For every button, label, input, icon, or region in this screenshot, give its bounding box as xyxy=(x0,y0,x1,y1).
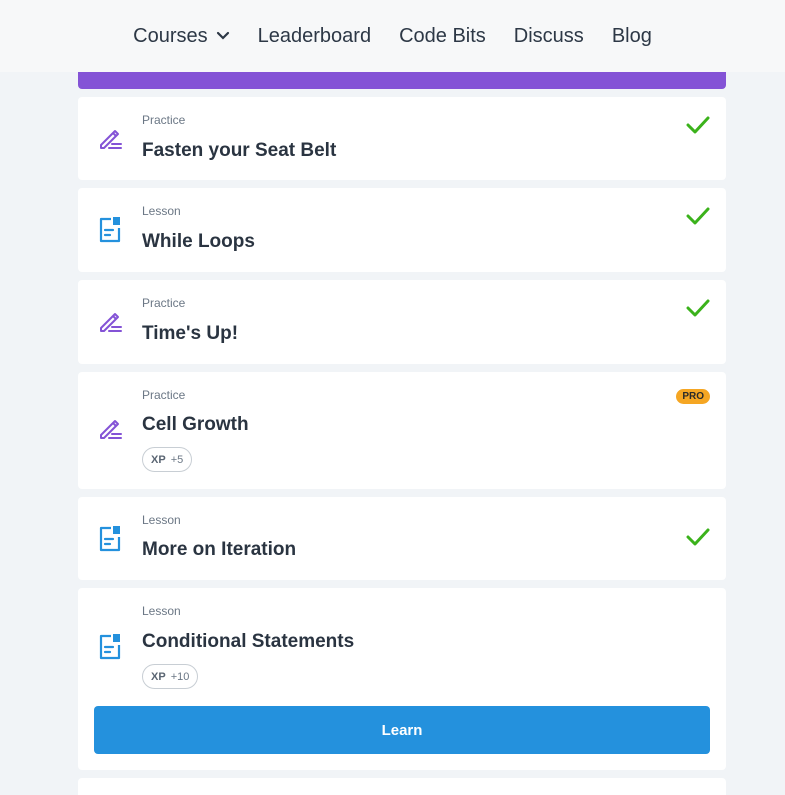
nav-blog[interactable]: Blog xyxy=(598,25,666,48)
learn-button[interactable]: Learn xyxy=(94,706,710,754)
item-kind: Practice xyxy=(142,388,186,402)
list-item[interactable]: Practice Cell Growth PRO XP +5 xyxy=(78,372,726,489)
lesson-document-icon xyxy=(96,633,124,661)
xp-label: XP xyxy=(151,670,166,683)
nav-code-bits[interactable]: Code Bits xyxy=(385,25,500,48)
item-kind: Lesson xyxy=(142,513,181,527)
nav-code-bits-label: Code Bits xyxy=(399,24,486,47)
item-kind: Practice xyxy=(142,113,186,127)
lesson-document-icon xyxy=(96,525,124,553)
item-kind: Practice xyxy=(142,296,186,310)
top-navigation: Courses Leaderboard Code Bits Discuss Bl… xyxy=(0,0,785,72)
list-item[interactable]: Practice Fasten your Seat Belt xyxy=(78,97,726,180)
checkmark-icon xyxy=(686,115,710,135)
xp-badge: XP +5 xyxy=(142,447,193,472)
nav-discuss[interactable]: Discuss xyxy=(500,25,598,48)
xp-badge: XP +10 xyxy=(142,664,199,689)
item-title: More on Iteration xyxy=(142,539,297,560)
item-title: While Loops xyxy=(142,231,255,252)
item-title: Conditional Statements xyxy=(142,631,355,652)
lesson-document-icon xyxy=(96,216,124,244)
practice-pencil-icon xyxy=(96,125,124,153)
list-item[interactable]: Lesson While Loops xyxy=(78,188,726,272)
list-item[interactable]: Practice Time's Up! xyxy=(78,280,726,364)
item-title: Time's Up! xyxy=(142,323,239,344)
nav-courses-label: Courses xyxy=(133,24,208,47)
chevron-down-icon xyxy=(216,31,230,41)
practice-pencil-icon xyxy=(96,308,124,336)
list-item[interactable] xyxy=(78,778,726,795)
item-title: Fasten your Seat Belt xyxy=(142,140,337,161)
checkmark-icon xyxy=(686,527,710,547)
list-item-current[interactable]: Lesson Conditional Statements XP +10 Lea… xyxy=(78,588,726,770)
module-header-bar xyxy=(78,72,726,89)
item-kind: Lesson xyxy=(142,204,181,218)
item-title: Cell Growth xyxy=(142,414,249,435)
nav-blog-label: Blog xyxy=(611,24,652,47)
list-item[interactable]: Lesson More on Iteration xyxy=(78,497,726,580)
nav-leaderboard[interactable]: Leaderboard xyxy=(244,25,385,48)
nav-courses[interactable]: Courses xyxy=(119,25,243,48)
xp-value: +5 xyxy=(170,453,184,466)
nav-discuss-label: Discuss xyxy=(513,24,584,47)
xp-label: XP xyxy=(151,453,166,466)
xp-value: +10 xyxy=(170,670,190,683)
item-kind: Lesson xyxy=(142,604,181,618)
practice-pencil-icon xyxy=(96,415,124,443)
nav-leaderboard-label: Leaderboard xyxy=(257,24,372,47)
checkmark-icon xyxy=(686,298,710,318)
checkmark-icon xyxy=(686,206,710,226)
pro-badge: PRO xyxy=(676,389,710,404)
